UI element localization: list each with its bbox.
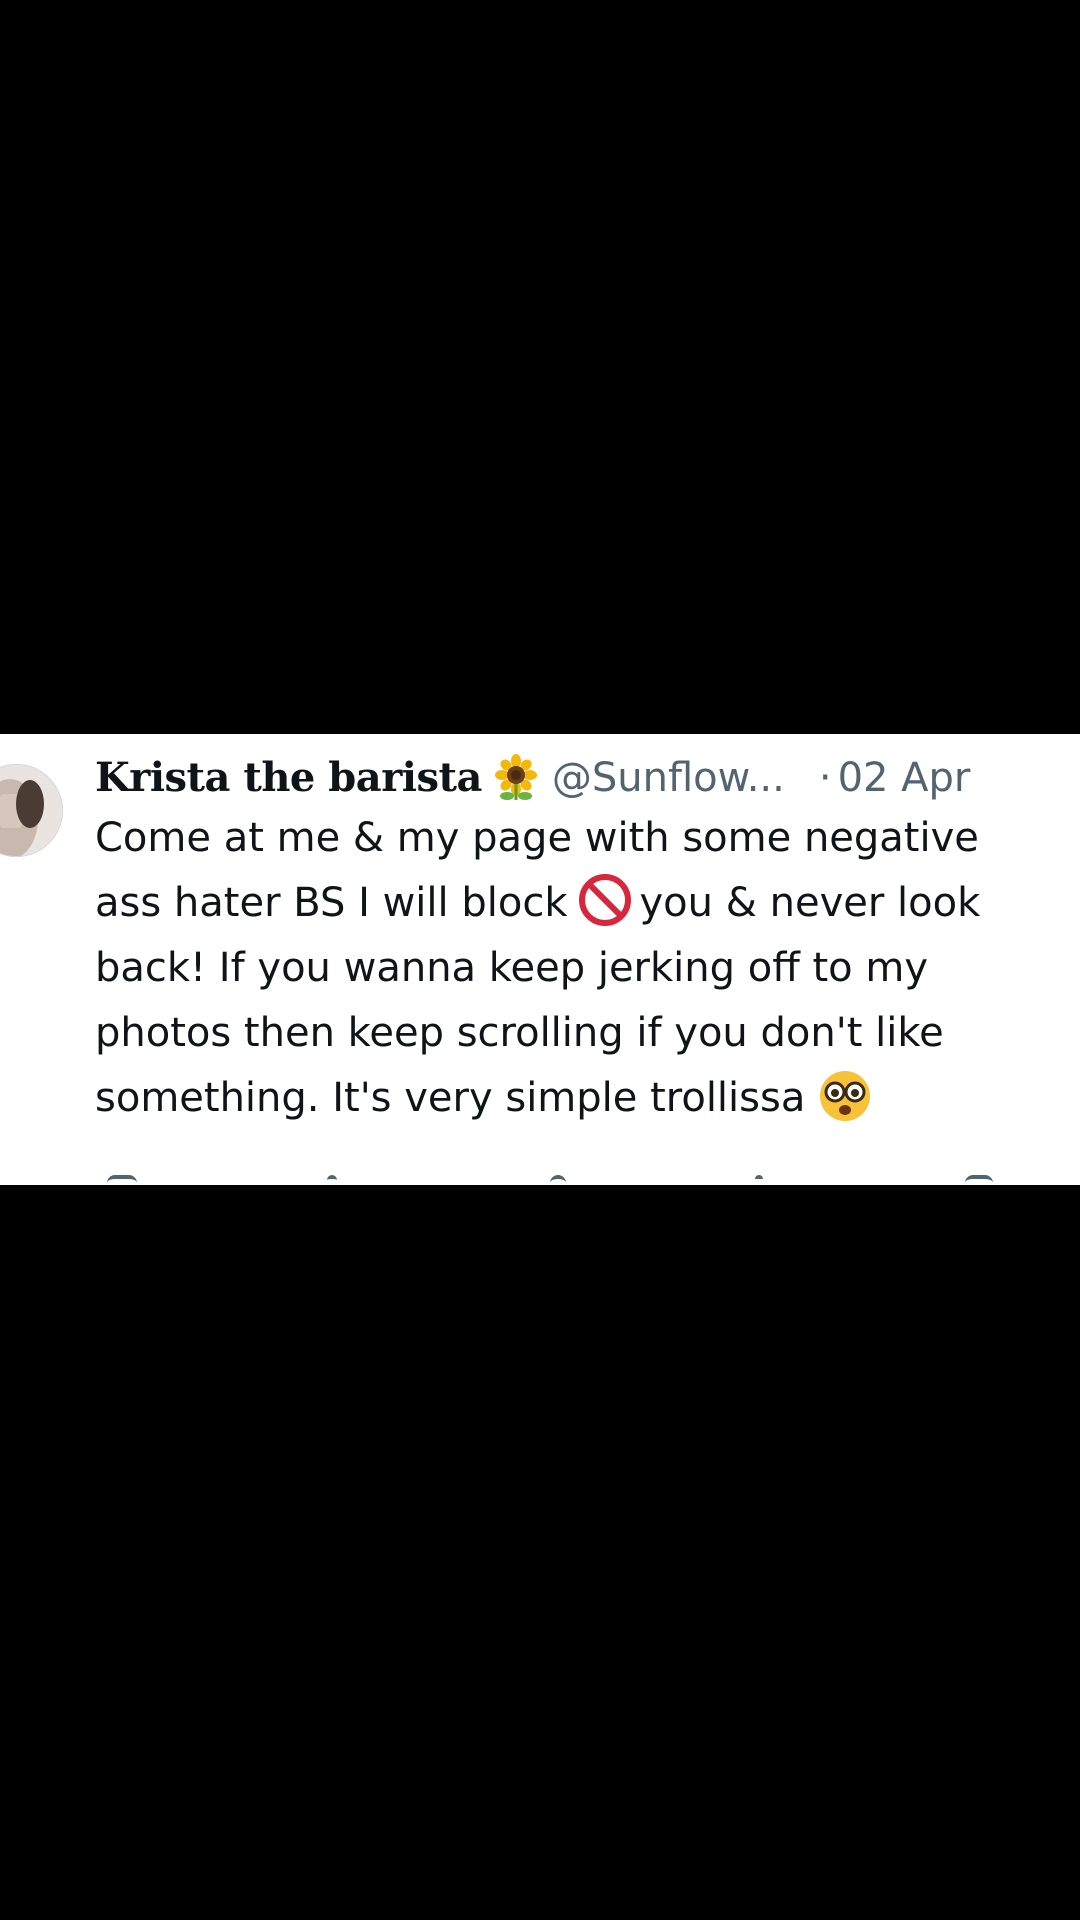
tweet-text-line: Come at me & my page with some negative	[95, 815, 979, 861]
tweet-date[interactable]: 02 Apr	[838, 750, 971, 806]
tweet-text-line: ass hater BS I will block you & never lo…	[95, 871, 1080, 936]
tweet-text-segment: something. It's very simple trollissa	[95, 1075, 806, 1121]
avatar[interactable]	[0, 764, 63, 857]
screen: Krista the barista @Sunflow... · 02 Apr …	[0, 0, 1080, 1920]
prohibited-icon	[577, 872, 633, 928]
tweet-card[interactable]: Krista the barista @Sunflow... · 02 Apr …	[0, 734, 1080, 1185]
sunflower-icon	[492, 754, 540, 802]
tweet-header: Krista the barista @Sunflow... · 02 Apr	[95, 750, 1080, 806]
action-bar	[95, 1175, 995, 1185]
tweet-text-line: photos then keep scrolling if you don't …	[95, 1010, 944, 1056]
avatar-photo	[0, 764, 63, 857]
tweet-text-line: back! If you wanna keep jerking off to m…	[95, 945, 928, 991]
tweet-text: Come at me & my page with some negative …	[95, 806, 1080, 1131]
reply-icon[interactable]	[107, 1175, 137, 1185]
like-icon[interactable]	[550, 1175, 566, 1185]
separator-dot: ·	[818, 755, 832, 801]
display-name[interactable]: Krista the barista	[95, 750, 482, 806]
retweet-icon[interactable]	[327, 1175, 337, 1185]
views-icon[interactable]	[755, 1175, 763, 1185]
face-with-monocle-glasses-icon	[817, 1067, 873, 1123]
tweet-text-segment: ass hater BS I will block	[95, 880, 568, 926]
share-icon[interactable]	[965, 1175, 993, 1185]
tweet-text-segment: you & never look	[639, 880, 981, 926]
tweet-text-line: something. It's very simple trollissa	[95, 1066, 1080, 1131]
user-handle[interactable]: @Sunflow...	[552, 750, 785, 806]
tweet-content: Krista the barista @Sunflow... · 02 Apr …	[95, 750, 1080, 1131]
